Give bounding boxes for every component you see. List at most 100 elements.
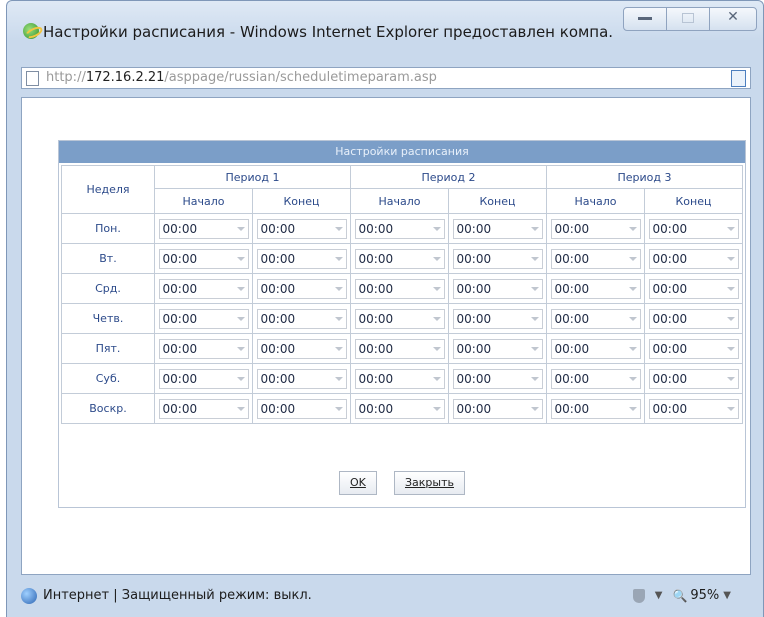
end-time-select[interactable]: 00:00 xyxy=(452,338,543,359)
chevron-down-icon xyxy=(628,316,637,321)
end-time-select[interactable]: 00:00 xyxy=(256,338,347,359)
time-value: 00:00 xyxy=(162,401,198,416)
maximize-button[interactable] xyxy=(666,7,710,31)
time-cell: 00:00 xyxy=(252,213,351,244)
status-text: Интернет | Защищенный режим: выкл. xyxy=(43,588,312,603)
end-time-select[interactable]: 00:00 xyxy=(256,308,347,329)
start-time-select[interactable]: 00:00 xyxy=(354,248,445,269)
time-value: 00:00 xyxy=(162,281,198,296)
start-time-select[interactable]: 00:00 xyxy=(354,368,445,389)
end-time-select[interactable]: 00:00 xyxy=(452,248,543,269)
end-time-select[interactable]: 00:00 xyxy=(648,338,739,359)
minimize-button[interactable] xyxy=(623,7,667,31)
chevron-down-icon xyxy=(628,346,637,351)
end-time-select[interactable]: 00:00 xyxy=(452,368,543,389)
url-text: http://172.16.2.21/asppage/russian/sched… xyxy=(46,68,437,88)
time-value: 00:00 xyxy=(260,401,296,416)
time-cell: 00:00 xyxy=(350,273,449,304)
start-time-select[interactable]: 00:00 xyxy=(550,218,641,239)
minimize-icon xyxy=(638,17,652,20)
period-1-header: Период 1 xyxy=(154,165,351,189)
end-time-select[interactable]: 00:00 xyxy=(256,278,347,299)
end-header: Конец xyxy=(448,188,547,214)
time-cell: 00:00 xyxy=(546,363,645,394)
day-label: Пон. xyxy=(61,213,155,244)
table-row: Четв. 00:00 00:00 00:00 00:00 00:00 00:00 xyxy=(61,303,743,334)
chevron-down-icon xyxy=(530,406,539,411)
start-time-select[interactable]: 00:00 xyxy=(158,398,249,419)
end-time-select[interactable]: 00:00 xyxy=(648,308,739,329)
time-cell: 00:00 xyxy=(644,213,743,244)
chevron-down-icon xyxy=(628,226,637,231)
end-time-select[interactable]: 00:00 xyxy=(648,248,739,269)
start-time-select[interactable]: 00:00 xyxy=(354,308,445,329)
end-time-select[interactable]: 00:00 xyxy=(648,278,739,299)
end-time-select[interactable]: 00:00 xyxy=(452,218,543,239)
window-controls: ✕ xyxy=(623,7,757,31)
time-cell: 00:00 xyxy=(644,243,743,274)
time-value: 00:00 xyxy=(456,281,492,296)
time-value: 00:00 xyxy=(554,281,590,296)
time-cell: 00:00 xyxy=(154,363,253,394)
end-time-select[interactable]: 00:00 xyxy=(452,278,543,299)
start-time-select[interactable]: 00:00 xyxy=(550,368,641,389)
end-time-select[interactable]: 00:00 xyxy=(452,308,543,329)
chevron-down-icon[interactable]: ▼ xyxy=(655,583,663,609)
end-time-select[interactable]: 00:00 xyxy=(452,398,543,419)
period-3-header: Период 3 xyxy=(546,165,743,189)
schedule-rows: Пон. 00:00 00:00 00:00 00:00 00:00 00:00 Вт. 00:… xyxy=(61,213,743,424)
close-button[interactable]: Закрыть xyxy=(393,471,465,495)
table-row: Вт. 00:00 00:00 00:00 00:00 00:00 00:00 xyxy=(61,243,743,274)
end-time-select[interactable]: 00:00 xyxy=(648,218,739,239)
ok-button[interactable]: OK xyxy=(339,471,377,495)
time-cell: 00:00 xyxy=(252,363,351,394)
time-value: 00:00 xyxy=(554,221,590,236)
end-time-select[interactable]: 00:00 xyxy=(256,248,347,269)
chevron-down-icon xyxy=(726,376,735,381)
start-time-select[interactable]: 00:00 xyxy=(354,278,445,299)
start-time-select[interactable]: 00:00 xyxy=(158,218,249,239)
start-header: Начало xyxy=(154,188,253,214)
end-time-select[interactable]: 00:00 xyxy=(256,218,347,239)
start-time-select[interactable]: 00:00 xyxy=(550,248,641,269)
start-time-select[interactable]: 00:00 xyxy=(550,398,641,419)
end-time-select[interactable]: 00:00 xyxy=(648,398,739,419)
start-time-select[interactable]: 00:00 xyxy=(354,338,445,359)
time-cell: 00:00 xyxy=(154,213,253,244)
end-time-select[interactable]: 00:00 xyxy=(256,368,347,389)
time-cell: 00:00 xyxy=(350,243,449,274)
time-value: 00:00 xyxy=(162,341,198,356)
zoom-chevron-down-icon[interactable]: ▼ xyxy=(723,583,731,609)
start-time-select[interactable]: 00:00 xyxy=(158,248,249,269)
start-time-select[interactable]: 00:00 xyxy=(354,218,445,239)
start-time-select[interactable]: 00:00 xyxy=(158,368,249,389)
time-cell: 00:00 xyxy=(448,213,547,244)
end-time-select[interactable]: 00:00 xyxy=(648,368,739,389)
chevron-down-icon xyxy=(432,376,441,381)
day-label: Пят. xyxy=(61,333,155,364)
chevron-down-icon xyxy=(726,286,735,291)
zoom-level[interactable]: 95% xyxy=(690,583,719,609)
end-time-select[interactable]: 00:00 xyxy=(256,398,347,419)
address-bar[interactable]: http://172.16.2.21/asppage/russian/sched… xyxy=(21,67,751,89)
protected-mode-icon[interactable] xyxy=(632,589,645,603)
start-time-select[interactable]: 00:00 xyxy=(354,398,445,419)
compatibility-view-icon[interactable] xyxy=(731,70,746,87)
time-value: 00:00 xyxy=(456,371,492,386)
start-time-select[interactable]: 00:00 xyxy=(158,278,249,299)
chevron-down-icon xyxy=(236,346,245,351)
chevron-down-icon xyxy=(530,376,539,381)
time-value: 00:00 xyxy=(162,371,198,386)
start-time-select[interactable]: 00:00 xyxy=(158,308,249,329)
time-value: 00:00 xyxy=(260,311,296,326)
close-window-button[interactable]: ✕ xyxy=(709,7,757,31)
time-value: 00:00 xyxy=(554,401,590,416)
start-time-select[interactable]: 00:00 xyxy=(550,308,641,329)
chevron-down-icon xyxy=(628,286,637,291)
start-time-select[interactable]: 00:00 xyxy=(550,338,641,359)
page-content: Настройки расписания Неделя Период 1 Пер… xyxy=(21,97,751,575)
time-value: 00:00 xyxy=(554,251,590,266)
start-time-select[interactable]: 00:00 xyxy=(158,338,249,359)
start-time-select[interactable]: 00:00 xyxy=(550,278,641,299)
time-value: 00:00 xyxy=(652,341,688,356)
